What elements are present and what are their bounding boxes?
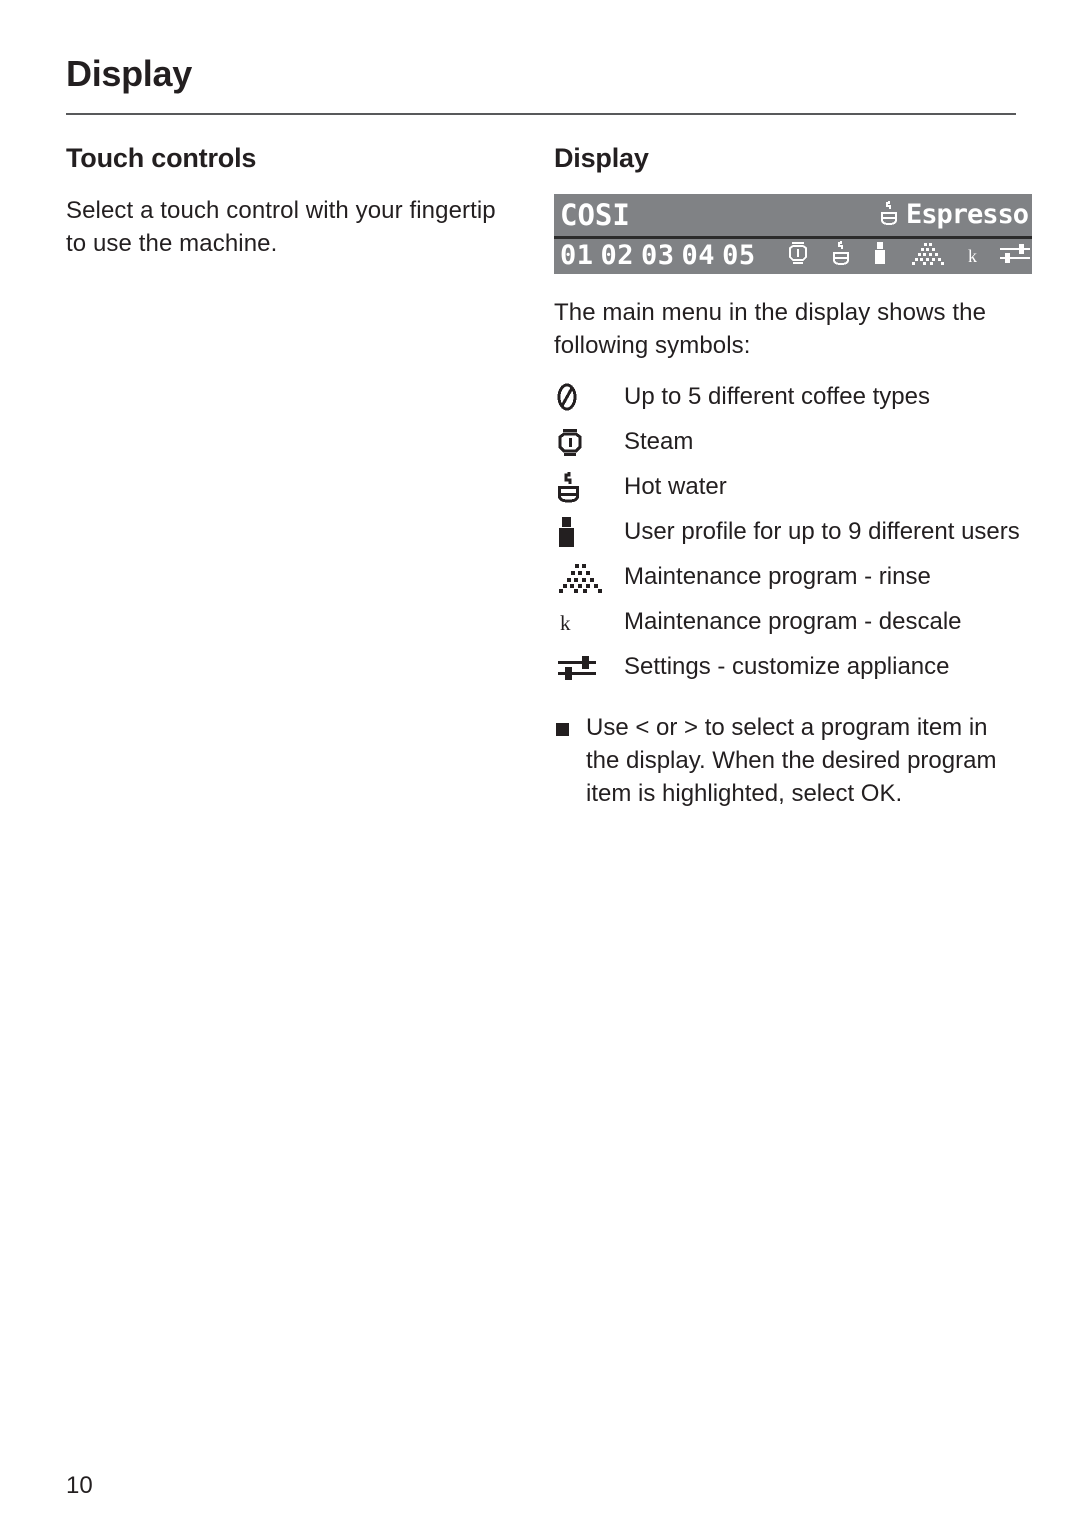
display-intro-paragraph: The main menu in the display shows the f…: [554, 299, 987, 359]
lcd-icon-row: k: [786, 240, 1032, 272]
instruction-bullet-item: Use < or > to select a program item in t…: [554, 711, 1020, 810]
steam-icon[interactable]: [786, 241, 810, 272]
hot-water-icon[interactable]: [831, 240, 851, 272]
lcd-display-illustration: COSI Espresso 01 02 03 04 05 k: [554, 194, 1032, 274]
lcd-program-number[interactable]: 01: [560, 240, 594, 271]
instruction-text: Use < or > to select a program item in t…: [586, 714, 997, 807]
lcd-divider: [554, 236, 1032, 239]
symbol-legend: Up to 5 different coffee types Steam Hot…: [554, 380, 1020, 695]
hot-water-icon: [556, 472, 608, 504]
legend-item-settings: Settings - customize appliance: [554, 650, 1020, 695]
settings-icon: [556, 652, 608, 684]
legend-label: Up to 5 different coffee types: [624, 383, 930, 410]
document-page: Display Touch controls Select a touch co…: [0, 0, 1080, 1529]
lcd-program-numbers: 01 02 03 04 05: [560, 240, 763, 272]
legend-label: Maintenance program - descale: [624, 608, 962, 635]
left-column: Touch controls Select a touch control wi…: [66, 142, 506, 260]
touch-controls-heading: Touch controls: [66, 143, 257, 173]
legend-label: User profile for up to 9 different users: [624, 518, 1020, 545]
legend-item-steam: Steam: [554, 425, 1020, 470]
coffee-bean-icon: [556, 382, 608, 414]
legend-label: Steam: [624, 428, 694, 455]
legend-item-rinse: Maintenance program - rinse: [554, 560, 1020, 605]
user-profile-icon: [556, 517, 608, 549]
legend-item-hot-water: Hot water: [554, 470, 1020, 515]
display-heading: Display: [554, 143, 649, 173]
rinse-icon: [556, 562, 608, 594]
lcd-program-number[interactable]: 05: [722, 240, 756, 271]
page-number: 10: [66, 1472, 93, 1499]
hot-water-cup-icon: [879, 201, 899, 237]
legend-label: Settings - customize appliance: [624, 653, 950, 680]
user-profile-icon[interactable]: [872, 241, 888, 272]
running-head: Display: [66, 53, 192, 94]
lcd-mode-label: Espresso: [905, 199, 1029, 230]
right-column: Display COSI Espresso 01 02 03 04 05 k T…: [554, 142, 1032, 810]
legend-item-user-profile: User profile for up to 9 different users: [554, 515, 1020, 560]
rinse-icon[interactable]: [909, 241, 947, 272]
settings-icon[interactable]: [998, 241, 1032, 272]
header-rule: [66, 113, 1016, 115]
instruction-bullets: Use < or > to select a program item in t…: [554, 711, 1020, 810]
legend-label: Hot water: [624, 473, 727, 500]
lcd-program-number[interactable]: 04: [682, 240, 716, 271]
lcd-program-number[interactable]: 02: [601, 240, 635, 271]
lcd-mode: Espresso: [879, 197, 1029, 237]
legend-item-coffee-types: Up to 5 different coffee types: [554, 380, 1020, 425]
touch-controls-paragraph: Select a touch control with your fingert…: [66, 197, 496, 257]
square-bullet-icon: [556, 723, 569, 736]
legend-item-descale: k Maintenance program - descale: [554, 605, 1020, 650]
descale-icon: k: [560, 610, 571, 635]
lcd-title: COSI: [560, 198, 630, 232]
legend-label: Maintenance program - rinse: [624, 563, 931, 590]
lcd-program-number[interactable]: 03: [641, 240, 675, 271]
descale-icon[interactable]: k: [968, 247, 977, 265]
steam-icon: [556, 427, 608, 459]
